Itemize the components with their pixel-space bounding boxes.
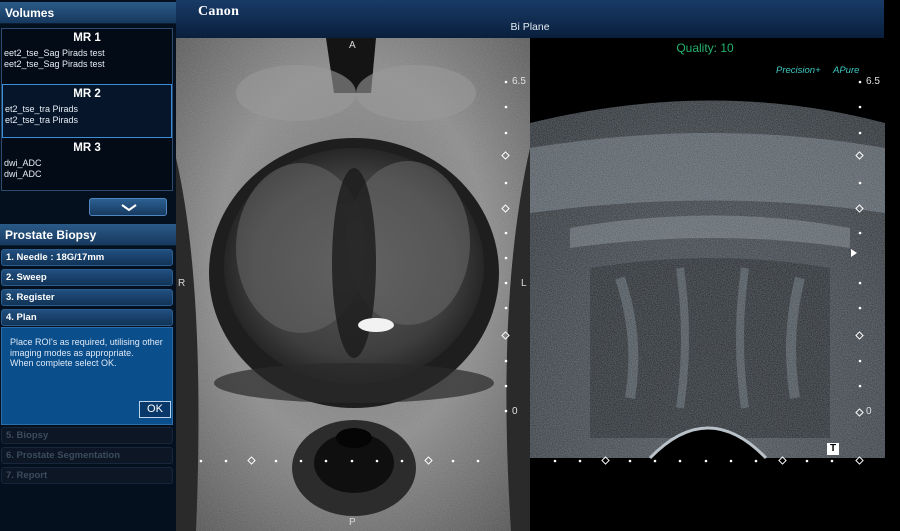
- step-prostate-segmentation: 6. Prostate Segmentation: [1, 447, 173, 464]
- brand-logo: Canon: [198, 4, 240, 19]
- topbar-corner: [884, 0, 900, 38]
- transducer-marker: T: [827, 443, 839, 455]
- volume-title: MR 1: [73, 32, 101, 44]
- precision-plus-label: Precision+: [776, 65, 821, 76]
- volume-series: eet2_tse_Sag Pirads test: [4, 59, 105, 69]
- mr-image: [176, 38, 530, 531]
- volume-title: MR 3: [73, 142, 101, 154]
- volume-series: dwi_ADC: [4, 158, 42, 168]
- us-scale-top: 6.5: [866, 76, 880, 87]
- volumes-header: Volumes: [0, 2, 176, 24]
- volume-series: et2_tse_tra Pirads: [5, 104, 79, 114]
- volume-series: dwi_ADC: [4, 169, 42, 179]
- mr-viewport[interactable]: A R L P 6.5 0: [176, 38, 530, 531]
- biopsy-header: Prostate Biopsy: [0, 224, 176, 246]
- volume-item-mr3[interactable]: MR 3 dwi_ADC dwi_ADC: [2, 139, 172, 190]
- ultrasound-image: [530, 80, 885, 465]
- chevron-down-icon: [121, 204, 137, 212]
- left-panel: Volumes MR 1 eet2_tse_Sag Pirads test ee…: [0, 0, 176, 531]
- us-scale-bottom: 0: [866, 406, 872, 417]
- mr-scale-bottom: 0: [512, 406, 518, 417]
- volume-title: MR 2: [73, 88, 101, 100]
- plan-instructions-panel: Place ROI's as required, utilising other…: [1, 327, 173, 425]
- view-mode-title: Bi Plane: [510, 21, 550, 33]
- volumes-list[interactable]: MR 1 eet2_tse_Sag Pirads test eet2_tse_S…: [1, 28, 173, 191]
- step-needle[interactable]: 1. Needle : 18G/17mm: [1, 249, 173, 266]
- orientation-left: L: [521, 278, 527, 289]
- volume-series: et2_tse_tra Pirads: [5, 115, 79, 125]
- ok-button[interactable]: OK: [139, 401, 171, 418]
- orientation-right: R: [178, 278, 186, 289]
- step-biopsy: 5. Biopsy: [1, 427, 173, 444]
- volume-series: eet2_tse_Sag Pirads test: [4, 48, 105, 58]
- step-report: 7. Report: [1, 467, 173, 484]
- step-plan[interactable]: 4. Plan: [1, 309, 173, 326]
- plan-instructions: Place ROI's as required, utilising other…: [10, 337, 163, 368]
- orientation-anterior: A: [349, 40, 356, 51]
- ultrasound-viewport[interactable]: Quality: 10 Precision+ APure 6.5 0 T: [530, 38, 900, 531]
- mr-scale-top: 6.5: [512, 76, 526, 87]
- top-bar: Canon Bi Plane: [176, 0, 884, 39]
- step-register[interactable]: 3. Register: [1, 289, 173, 306]
- scroll-down-button[interactable]: [89, 198, 167, 216]
- orientation-posterior: P: [349, 517, 356, 528]
- apure-label: APure: [833, 65, 860, 76]
- volume-item-mr2[interactable]: MR 2 et2_tse_tra Pirads et2_tse_tra Pira…: [2, 84, 172, 138]
- step-sweep[interactable]: 2. Sweep: [1, 269, 173, 286]
- quality-indicator: Quality: 10: [676, 41, 734, 55]
- volume-item-mr1[interactable]: MR 1 eet2_tse_Sag Pirads test eet2_tse_S…: [2, 29, 172, 83]
